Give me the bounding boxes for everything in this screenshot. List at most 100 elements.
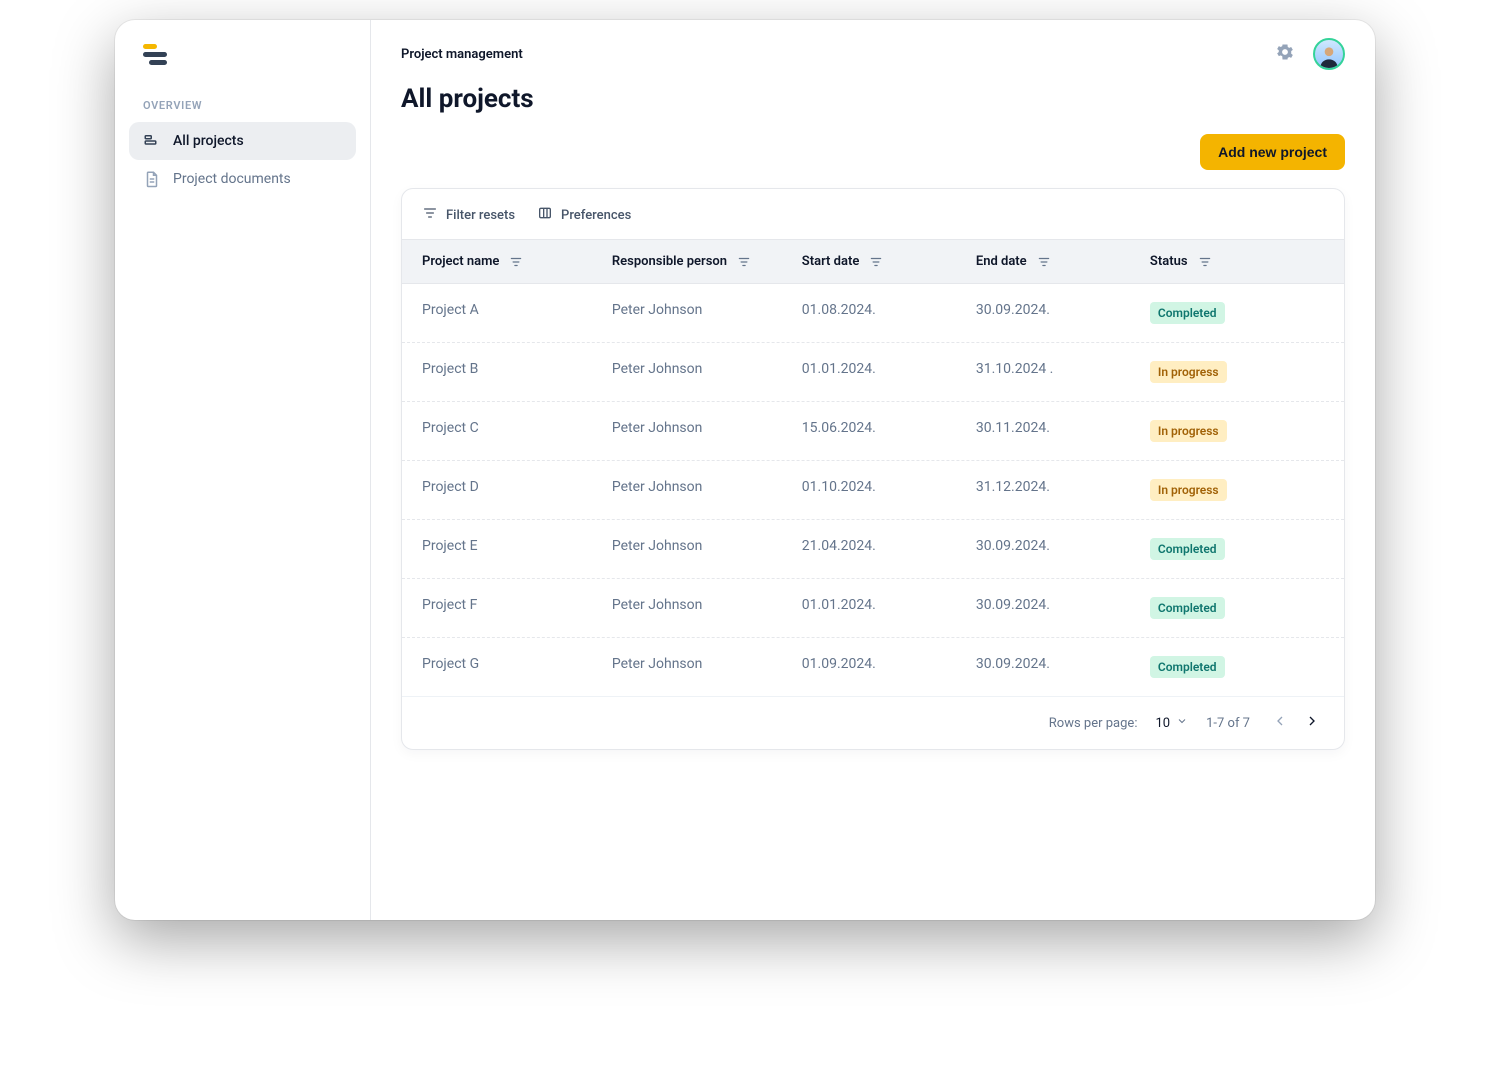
chevron-down-icon <box>1176 715 1188 731</box>
status-badge: In progress <box>1150 361 1227 383</box>
filter-resets-label: Filter resets <box>446 208 515 223</box>
actions-row: Add new project <box>401 134 1345 170</box>
cell-start-date: 01.01.2024. <box>802 597 976 619</box>
filter-resets-button[interactable]: Filter resets <box>422 205 515 225</box>
sidebar-item-project-documents[interactable]: Project documents <box>129 160 356 198</box>
app-window: OVERVIEW All projects Project documents <box>115 20 1375 920</box>
cell-responsible-person: Peter Johnson <box>612 538 802 560</box>
cell-end-date: 30.09.2024. <box>976 538 1150 560</box>
sidebar-item-label: Project documents <box>173 171 291 187</box>
cell-status: Completed <box>1150 597 1324 619</box>
cell-start-date: 01.10.2024. <box>802 479 976 501</box>
filter-icon <box>1037 255 1051 269</box>
cell-responsible-person: Peter Johnson <box>612 361 802 383</box>
cell-end-date: 31.12.2024. <box>976 479 1150 501</box>
cell-project-name: Project C <box>422 420 612 442</box>
cell-start-date: 21.04.2024. <box>802 538 976 560</box>
pager-prev-button[interactable] <box>1268 711 1292 735</box>
chevron-right-icon <box>1304 713 1320 733</box>
cell-responsible-person: Peter Johnson <box>612 479 802 501</box>
cell-start-date: 15.06.2024. <box>802 420 976 442</box>
user-avatar[interactable] <box>1313 38 1345 70</box>
pager-next-button[interactable] <box>1300 711 1324 735</box>
cell-project-name: Project E <box>422 538 612 560</box>
table-row[interactable]: Project GPeter Johnson01.09.2024.30.09.2… <box>402 638 1344 696</box>
page-title: All projects <box>401 84 1345 114</box>
column-header-end-date[interactable]: End date <box>976 254 1150 269</box>
status-badge: Completed <box>1150 302 1225 324</box>
sidebar-item-label: All projects <box>173 133 244 149</box>
status-badge: In progress <box>1150 420 1227 442</box>
cell-project-name: Project B <box>422 361 612 383</box>
cell-project-name: Project F <box>422 597 612 619</box>
status-badge: Completed <box>1150 538 1225 560</box>
status-badge: Completed <box>1150 597 1225 619</box>
cell-responsible-person: Peter Johnson <box>612 302 802 324</box>
column-label: End date <box>976 254 1027 269</box>
filter-icon <box>422 205 438 225</box>
nav-section-label: OVERVIEW <box>143 99 342 112</box>
pager-range-text: 1-7 of 7 <box>1206 716 1250 731</box>
rows-per-page-label: Rows per page: <box>1049 716 1138 731</box>
chevron-left-icon <box>1272 713 1288 733</box>
sidebar: OVERVIEW All projects Project documents <box>115 20 371 920</box>
cell-project-name: Project A <box>422 302 612 324</box>
cell-start-date: 01.09.2024. <box>802 656 976 678</box>
filter-icon <box>737 255 751 269</box>
cell-start-date: 01.01.2024. <box>802 361 976 383</box>
table-body: Project APeter Johnson01.08.2024.30.09.2… <box>402 284 1344 696</box>
main-content: Project management All projec <box>371 20 1375 920</box>
status-badge: In progress <box>1150 479 1227 501</box>
cell-end-date: 30.11.2024. <box>976 420 1150 442</box>
cell-start-date: 01.08.2024. <box>802 302 976 324</box>
settings-button[interactable] <box>1271 40 1299 68</box>
cell-end-date: 30.09.2024. <box>976 302 1150 324</box>
cell-status: In progress <box>1150 361 1324 383</box>
column-label: Project name <box>422 254 499 269</box>
cell-status: In progress <box>1150 479 1324 501</box>
cell-status: Completed <box>1150 656 1324 678</box>
table-row[interactable]: Project APeter Johnson01.08.2024.30.09.2… <box>402 284 1344 343</box>
table-header: Project name Responsible person Start da… <box>402 239 1344 284</box>
cell-end-date: 31.10.2024 . <box>976 361 1150 383</box>
cell-end-date: 30.09.2024. <box>976 656 1150 678</box>
header-row: Project management <box>401 38 1345 70</box>
status-badge: Completed <box>1150 656 1225 678</box>
column-header-project-name[interactable]: Project name <box>422 254 612 269</box>
cell-responsible-person: Peter Johnson <box>612 420 802 442</box>
filter-icon <box>509 255 523 269</box>
cell-responsible-person: Peter Johnson <box>612 597 802 619</box>
cell-status: Completed <box>1150 302 1324 324</box>
cell-status: In progress <box>1150 420 1324 442</box>
column-header-status[interactable]: Status <box>1150 254 1324 269</box>
column-label: Responsible person <box>612 254 727 269</box>
table-row[interactable]: Project BPeter Johnson01.01.2024.31.10.2… <box>402 343 1344 402</box>
pager-nav <box>1268 711 1324 735</box>
column-label: Start date <box>802 254 860 269</box>
column-header-start-date[interactable]: Start date <box>802 254 976 269</box>
table-row[interactable]: Project FPeter Johnson01.01.2024.30.09.2… <box>402 579 1344 638</box>
cell-project-name: Project D <box>422 479 612 501</box>
column-label: Status <box>1150 254 1188 269</box>
table-row[interactable]: Project EPeter Johnson21.04.2024.30.09.2… <box>402 520 1344 579</box>
add-project-button[interactable]: Add new project <box>1200 134 1345 170</box>
cell-status: Completed <box>1150 538 1324 560</box>
table-row[interactable]: Project DPeter Johnson01.10.2024.31.12.2… <box>402 461 1344 520</box>
projects-icon <box>143 132 161 150</box>
cell-responsible-person: Peter Johnson <box>612 656 802 678</box>
header-actions <box>1271 38 1345 70</box>
preferences-label: Preferences <box>561 208 631 223</box>
preferences-button[interactable]: Preferences <box>537 205 631 225</box>
filter-icon <box>1198 255 1212 269</box>
table-pager: Rows per page: 10 1-7 of 7 <box>402 696 1344 749</box>
cell-project-name: Project G <box>422 656 612 678</box>
table-toolbar: Filter resets Preferences <box>402 189 1344 239</box>
projects-table-card: Filter resets Preferences Project name <box>401 188 1345 750</box>
columns-icon <box>537 205 553 225</box>
rows-per-page-select[interactable]: 10 <box>1155 715 1188 731</box>
filter-icon <box>869 255 883 269</box>
sidebar-item-all-projects[interactable]: All projects <box>129 122 356 160</box>
cell-end-date: 30.09.2024. <box>976 597 1150 619</box>
table-row[interactable]: Project CPeter Johnson15.06.2024.30.11.2… <box>402 402 1344 461</box>
column-header-responsible-person[interactable]: Responsible person <box>612 254 802 269</box>
